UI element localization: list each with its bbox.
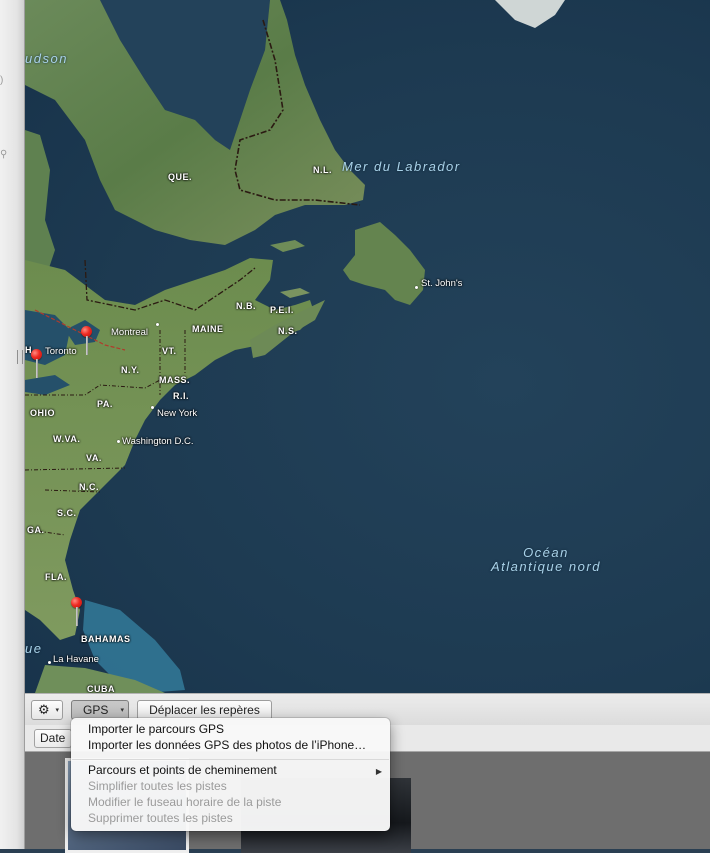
map-label-ocean: Océan Atlantique nord	[491, 546, 601, 574]
move-pins-button[interactable]: Déplacer les repères	[137, 700, 272, 720]
map-label-florida: FLA.	[45, 572, 67, 582]
map-label-maine: MAINE	[192, 324, 224, 334]
map-label-north-carolina: N.C.	[79, 482, 99, 492]
menu-item-import-iphone-gps[interactable]: Importer les données GPS des photos de l…	[88, 738, 366, 753]
map-label-quebec: QUE.	[168, 172, 193, 182]
washington-dot	[117, 440, 120, 443]
map-label-washington: Washington D.C.	[122, 436, 194, 447]
map-label-montreal: Montreal	[111, 327, 148, 338]
menu-item-import-gps-track[interactable]: Importer le parcours GPS	[88, 722, 224, 737]
map-label-georgia: GA.	[27, 525, 45, 535]
map-label-havana: La Havane	[53, 654, 99, 665]
map-label-labrador-sea: Mer du Labrador	[342, 159, 461, 174]
map-terrain	[25, 0, 710, 693]
menu-item-simplify-tracks: Simplifier toutes les pistes	[88, 779, 227, 793]
toronto-pin[interactable]	[31, 349, 43, 379]
florida-pin[interactable]	[71, 597, 83, 627]
map-label-vermont: VT.	[162, 346, 177, 356]
map-label-new-york-state: N.Y.	[121, 365, 140, 375]
menu-separator	[72, 759, 389, 760]
map-label-nova-scotia: N.S.	[278, 326, 298, 336]
map-label-st-johns: St. John's	[421, 278, 463, 289]
map-label-massachusetts: MASS.	[159, 375, 191, 385]
map-label-west-virginia: W.VA.	[53, 434, 81, 444]
havana-dot	[48, 661, 51, 664]
search-icon: ⚲	[0, 149, 8, 160]
map-label-new-brunswick: N.B.	[236, 301, 256, 311]
pin-needle	[86, 336, 88, 355]
st-johns-dot	[415, 286, 418, 289]
map-label-pei: P.E.I.	[270, 305, 294, 315]
gps-menu-button[interactable]: GPS ▾	[71, 700, 129, 720]
map-label-cuba: CUBA	[87, 684, 115, 693]
gps-button-label: GPS	[83, 703, 109, 717]
montreal-pin[interactable]	[81, 326, 93, 356]
broadcast-icon: )	[0, 75, 4, 86]
pin-needle	[36, 359, 38, 378]
map-label-newfoundland: N.L.	[313, 165, 332, 175]
map-label-new-york-city: New York	[157, 408, 198, 419]
map-label-rhode-island: R.I.	[173, 391, 190, 401]
map-label-edge-ue: ue	[25, 641, 43, 656]
menu-item-change-timezone: Modifier le fuseau horaire de la piste	[88, 795, 282, 809]
sidebar-edge: ) ⚲	[0, 0, 25, 849]
map-label-south-carolina: S.C.	[57, 508, 77, 518]
map-label-virginia: VA.	[86, 453, 102, 463]
date-sort-button[interactable]: Date	[34, 729, 72, 748]
action-menu-button[interactable]: ⚙ ▾	[31, 700, 63, 720]
map-label-bahamas: BAHAMAS	[81, 634, 131, 644]
ocean-label-line1: Océan	[523, 545, 569, 560]
menu-item-delete-tracks: Supprimer toutes les pistes	[88, 811, 233, 825]
gear-icon: ⚙	[38, 702, 50, 717]
chevron-down-icon: ▾	[55, 707, 59, 714]
ocean-label-line2: Atlantique nord	[491, 559, 601, 574]
map-label-toronto: Toronto	[45, 346, 77, 357]
map-label-hudson: udson	[25, 51, 68, 66]
pin-needle	[76, 607, 78, 626]
menu-item-tracks-waypoints[interactable]: Parcours et points de cheminement	[88, 763, 277, 778]
map-label-ohio: OHIO	[30, 408, 56, 418]
map-view[interactable]: udson QUE. N.L. Mer du Labrador St. John…	[25, 0, 710, 693]
map-label-pennsylvania: PA.	[97, 399, 113, 409]
split-view-grip[interactable]	[17, 350, 23, 364]
new-york-dot	[151, 406, 154, 409]
gps-popup-menu: Importer le parcours GPS Importer les do…	[71, 718, 390, 831]
montreal-dot	[156, 323, 159, 326]
submenu-arrow-icon: ▶	[375, 767, 382, 776]
